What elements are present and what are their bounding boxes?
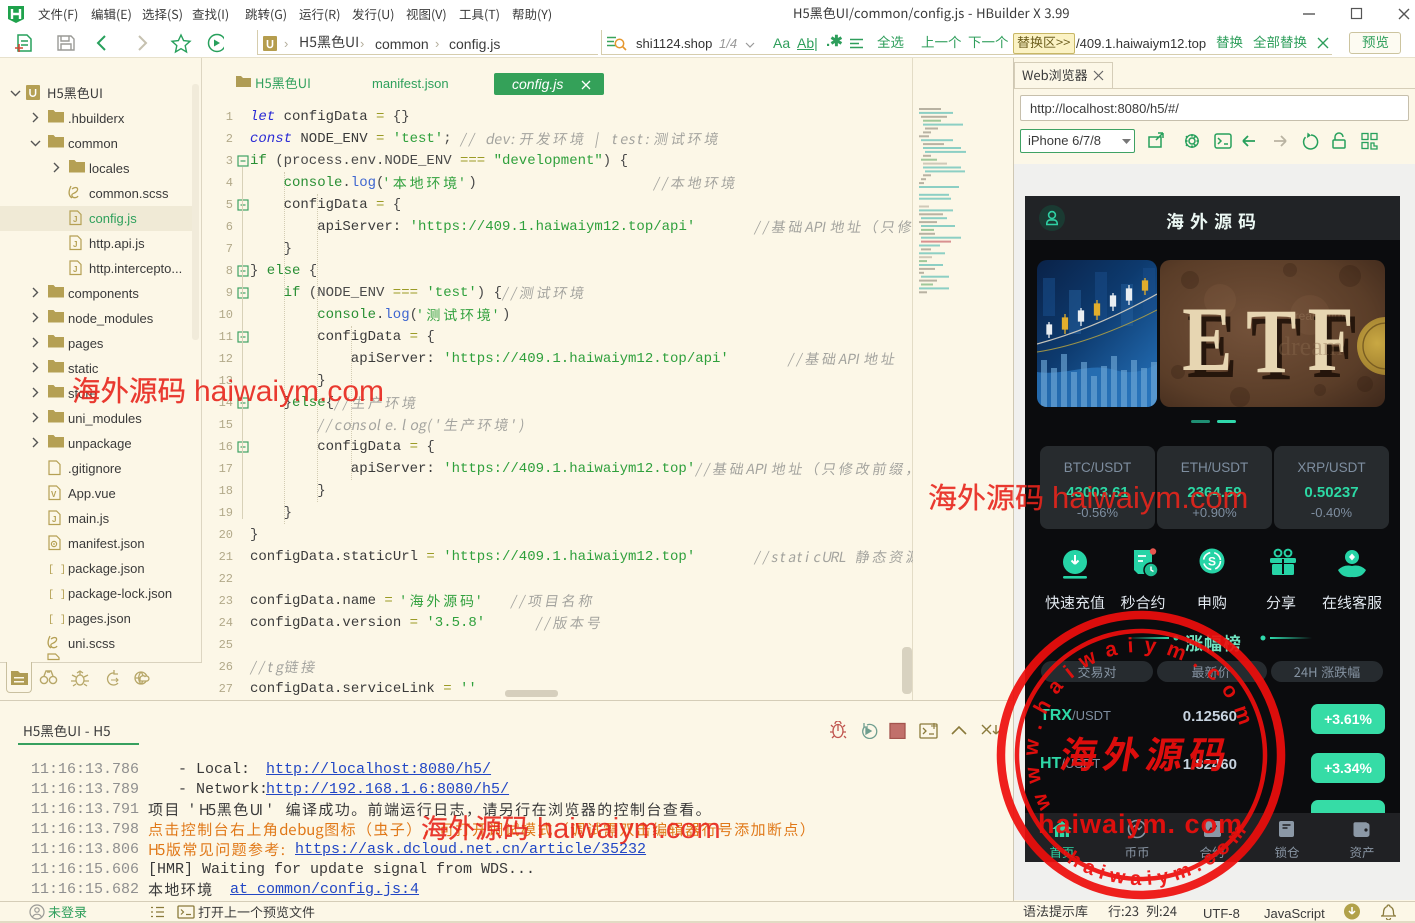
svg-text:haiwaiym.com: haiwaiym.com <box>537 813 721 845</box>
svg-text:haiwaiym.com: haiwaiym.com <box>1052 480 1248 515</box>
svg-text:haiwaiym.com: haiwaiym.com <box>194 375 384 408</box>
svg-text:haiwaiym. com: haiwaiym. com <box>1038 809 1243 839</box>
